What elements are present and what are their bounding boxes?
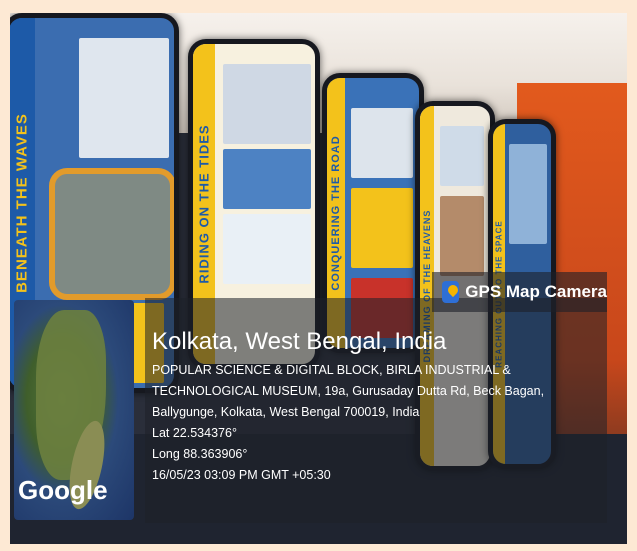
panel-1-image-engine [49, 168, 174, 300]
latitude: Lat 22.534376° [152, 426, 237, 440]
timestamp: 16/05/23 03:09 PM GMT +05:30 [152, 468, 331, 482]
panel-5-image-space [509, 144, 547, 244]
place-name: Kolkata, West Bengal, India [152, 328, 447, 355]
gps-map-camera-badge: GPS Map Camera [432, 272, 607, 312]
panel-2-image-cruise [223, 214, 311, 284]
panel-3-image-cars [351, 108, 413, 178]
panel-2-title: RIDING ON THE TIDES [196, 124, 212, 284]
panel-4-image-plane [440, 126, 484, 186]
panel-2-image-sail [223, 149, 311, 209]
panel-1-image-top [79, 38, 169, 158]
gps-map-camera-label: GPS Map Camera [465, 282, 607, 301]
longitude: Long 88.363906° [152, 447, 248, 461]
mini-map: Google [14, 300, 134, 520]
panel-2-image-ship [223, 64, 311, 144]
panel-3-title: CONQUERING THE ROAD [330, 135, 342, 291]
address-text: POPULAR SCIENCE & DIGITAL BLOCK, BIRLA I… [152, 363, 545, 419]
panel-3-image-racecar [351, 188, 413, 268]
map-pin-icon [442, 281, 460, 303]
panel-4-image-pilot [440, 196, 484, 276]
panel-1-title: BENEATH THE WAVES [13, 113, 31, 293]
location-caption: Kolkata, West Bengal, India POPULAR SCIE… [152, 328, 604, 486]
google-logo: Google [18, 475, 108, 505]
